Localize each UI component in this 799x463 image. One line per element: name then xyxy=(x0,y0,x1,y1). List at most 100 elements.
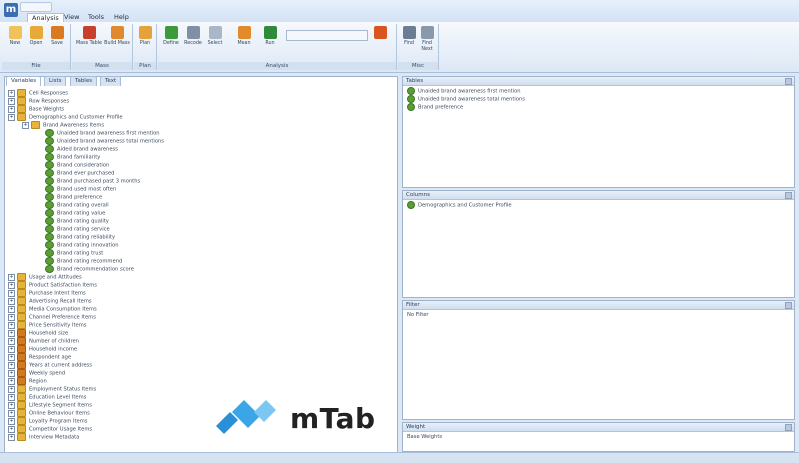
expand-toggle-icon[interactable]: + xyxy=(8,361,15,369)
tree-item[interactable]: Brand rating quality xyxy=(36,217,109,225)
tab-lists[interactable]: Lists xyxy=(44,76,67,86)
tree-item[interactable]: Brand rating reliability xyxy=(36,233,115,241)
expand-toggle-icon[interactable]: + xyxy=(8,385,15,393)
find-next-button[interactable]: Find Next xyxy=(418,26,436,52)
expand-toggle-icon[interactable]: + xyxy=(8,89,15,97)
expand-toggle-icon[interactable]: + xyxy=(8,369,15,377)
expand-toggle-icon[interactable]: + xyxy=(8,353,15,361)
tree-item[interactable]: + Usage and Attitudes xyxy=(8,273,82,281)
close-icon[interactable] xyxy=(785,78,792,85)
expand-toggle-icon[interactable]: + xyxy=(8,425,15,433)
tree-item[interactable]: + Household size xyxy=(8,329,68,337)
tree-item[interactable]: + Lifestyle Segment Items xyxy=(8,401,92,409)
expand-toggle-icon[interactable]: + xyxy=(8,417,15,425)
tables-panel[interactable]: Tables Unaided brand awareness first men… xyxy=(402,76,795,188)
tree-item[interactable]: Brand rating value xyxy=(36,209,105,217)
columns-row[interactable]: Demographics and Customer Profile xyxy=(407,201,512,209)
open-button[interactable]: Open xyxy=(25,26,47,47)
expand-toggle-icon[interactable]: + xyxy=(8,273,15,281)
mean-button[interactable]: Mean xyxy=(230,26,258,47)
tree-item[interactable]: + Weekly spend xyxy=(8,369,65,377)
menu-tools[interactable]: Tools xyxy=(84,13,108,22)
tree-item[interactable]: Brand ever purchased xyxy=(36,169,114,177)
tree-item[interactable]: Unaided brand awareness total mentions xyxy=(36,137,164,145)
tree-item[interactable]: + Online Behaviour Items xyxy=(8,409,90,417)
tree-item[interactable]: Brand rating innovation xyxy=(36,241,119,249)
tree-item[interactable]: + Household income xyxy=(8,345,77,353)
expand-toggle-icon[interactable]: + xyxy=(8,313,15,321)
tree-item[interactable]: Brand rating overall xyxy=(36,201,109,209)
build-mass-button[interactable]: Build Mass xyxy=(104,26,130,47)
expand-toggle-icon[interactable]: + xyxy=(8,305,15,313)
expand-toggle-icon[interactable]: + xyxy=(8,433,15,441)
expand-toggle-icon[interactable]: + xyxy=(8,345,15,353)
tree-item[interactable]: Brand recommendation score xyxy=(36,265,134,273)
expand-toggle-icon[interactable]: + xyxy=(8,329,15,337)
tree-item[interactable]: + Brand Awareness Items xyxy=(22,121,104,129)
weight-panel[interactable]: Weight Base Weights xyxy=(402,422,795,452)
expand-toggle-icon[interactable]: + xyxy=(8,105,15,113)
tab-variables[interactable]: Variables xyxy=(6,76,42,86)
expand-toggle-icon[interactable]: + xyxy=(8,281,15,289)
tree-item[interactable]: + Media Consumption Items xyxy=(8,305,97,313)
tree-item[interactable]: Unaided brand awareness first mention xyxy=(36,129,160,137)
tree-item[interactable]: Brand rating trust xyxy=(36,249,103,257)
expand-toggle-icon[interactable]: + xyxy=(8,401,15,409)
tree-item[interactable]: + Number of children xyxy=(8,337,79,345)
tree-item[interactable]: Brand preference xyxy=(36,193,102,201)
recode-button[interactable]: Recode xyxy=(182,26,204,47)
find-button[interactable]: Find xyxy=(400,26,418,47)
expand-toggle-icon[interactable]: + xyxy=(8,337,15,345)
tables-row[interactable]: Brand preference xyxy=(407,103,463,111)
save-button[interactable]: Save xyxy=(46,26,68,47)
tree-item[interactable]: + Competitor Usage Items xyxy=(8,425,92,433)
select-button[interactable]: Select xyxy=(204,26,226,47)
expand-toggle-icon[interactable]: + xyxy=(8,377,15,385)
mass-table-button[interactable]: Mass Table xyxy=(76,26,102,47)
tree-item[interactable]: Brand consideration xyxy=(36,161,109,169)
tab-tables[interactable]: Tables xyxy=(70,76,98,86)
run-button[interactable]: Run xyxy=(258,26,282,47)
tree-item[interactable]: + Product Satisfaction Items xyxy=(8,281,97,289)
tree-item[interactable]: + Interview Metadata xyxy=(8,433,79,441)
tree-item[interactable]: + Employment Status Items xyxy=(8,385,96,393)
tree-item[interactable]: + Cell Responses xyxy=(8,89,68,97)
tree-item[interactable]: + Channel Preference Items xyxy=(8,313,96,321)
filter-panel[interactable]: Filter No Filter xyxy=(402,300,795,420)
close-icon[interactable] xyxy=(785,302,792,309)
expand-toggle-icon[interactable]: + xyxy=(8,409,15,417)
tree-item[interactable]: + Purchase Intent Items xyxy=(8,289,86,297)
tree-item[interactable]: Brand familiarity xyxy=(36,153,100,161)
menu-view[interactable]: View xyxy=(60,13,83,22)
expand-toggle-icon[interactable]: + xyxy=(8,289,15,297)
expand-toggle-icon[interactable]: + xyxy=(8,113,15,121)
tables-row[interactable]: Unaided brand awareness total mentions xyxy=(407,95,525,103)
new-button[interactable]: New xyxy=(4,26,26,47)
variable-tree[interactable]: + Cell Responses + Row Responses + Base Weigh… xyxy=(8,89,392,449)
tree-item[interactable]: + Row Responses xyxy=(8,97,69,105)
app-logo[interactable]: m xyxy=(4,3,18,17)
tree-item[interactable]: + Loyalty Program Items xyxy=(8,417,87,425)
tree-item[interactable]: + Region xyxy=(8,377,47,385)
brush-button[interactable] xyxy=(368,26,392,41)
columns-panel[interactable]: Columns Demographics and Customer Profil… xyxy=(402,190,795,298)
close-icon[interactable] xyxy=(785,424,792,431)
tree-item[interactable]: Aided brand awareness xyxy=(36,145,118,153)
tree-item[interactable]: + Base Weights xyxy=(8,105,64,113)
tree-item[interactable]: + Years at current address xyxy=(8,361,92,369)
tree-item[interactable]: + Price Sensitivity Items xyxy=(8,321,86,329)
expand-toggle-icon[interactable]: + xyxy=(8,297,15,305)
tree-item[interactable]: Brand rating service xyxy=(36,225,110,233)
tables-row[interactable]: Unaided brand awareness first mention xyxy=(407,87,521,95)
tree-item[interactable]: Brand purchased past 3 months xyxy=(36,177,140,185)
expand-toggle-icon[interactable]: + xyxy=(8,393,15,401)
menu-help[interactable]: Help xyxy=(110,13,133,22)
quick-access-toolbar[interactable] xyxy=(20,2,52,12)
tree-item[interactable]: + Advertising Recall Items xyxy=(8,297,92,305)
tree-item[interactable]: + Education Level Items xyxy=(8,393,86,401)
expand-toggle-icon[interactable]: + xyxy=(22,121,29,129)
tab-text[interactable]: Text xyxy=(100,76,122,86)
define-button[interactable]: Define xyxy=(160,26,182,47)
close-icon[interactable] xyxy=(785,192,792,199)
plan-button[interactable]: Plan xyxy=(134,26,156,47)
